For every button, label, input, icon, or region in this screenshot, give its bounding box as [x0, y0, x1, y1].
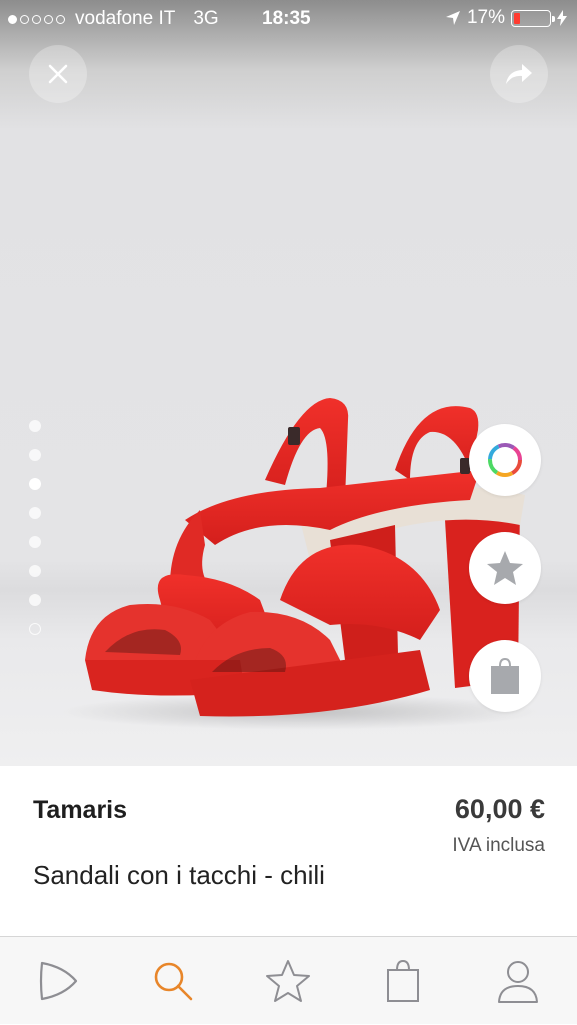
status-right: 17% [445, 7, 567, 29]
color-ring-icon [488, 443, 522, 477]
product-info: Tamaris 60,00 € IVA inclusa Sandali con … [0, 766, 577, 936]
shopping-bag-icon [386, 959, 419, 1002]
shopping-bag-icon [491, 657, 519, 694]
color-options-button[interactable] [469, 424, 541, 496]
add-to-wishlist-button[interactable] [469, 532, 541, 604]
add-to-bag-button[interactable] [469, 640, 541, 712]
tab-search[interactable] [115, 937, 230, 1025]
share-icon [506, 64, 532, 84]
status-time: 18:35 [262, 8, 311, 29]
star-icon [487, 551, 523, 585]
search-icon [154, 962, 192, 1001]
signal-strength-icon [8, 14, 65, 24]
battery-percent: 17% [466, 7, 505, 28]
tab-cart[interactable] [345, 937, 460, 1025]
location-arrow-icon [445, 11, 460, 25]
tab-bar [0, 936, 577, 1024]
page-dot[interactable] [29, 420, 41, 432]
tab-account[interactable] [460, 937, 575, 1025]
charging-bolt-icon [557, 10, 567, 26]
tab-home[interactable] [0, 937, 115, 1025]
page-dot[interactable] [29, 594, 41, 606]
share-button[interactable] [490, 45, 548, 103]
page-dot[interactable] [29, 507, 41, 519]
close-button[interactable] [29, 45, 87, 103]
vat-note: IVA inclusa [452, 835, 545, 856]
product-name: Sandali con i tacchi - chili [33, 860, 325, 890]
carrier-name: vodafone IT [75, 8, 176, 29]
page-dot[interactable] [29, 449, 41, 461]
page-dot-video[interactable] [29, 623, 41, 635]
page-dot-active[interactable] [29, 478, 41, 490]
zalando-logo-icon [39, 961, 77, 1001]
carrier-info: vodafone IT 3G [8, 8, 219, 30]
product-image-gallery[interactable]: vodafone IT 3G 18:35 17% [0, 0, 577, 766]
network-type: 3G [193, 8, 219, 29]
close-icon [48, 64, 68, 84]
star-icon [265, 960, 310, 1002]
page-dot[interactable] [29, 565, 41, 577]
product-price: 60,00 € [454, 794, 545, 824]
gallery-page-indicator [29, 420, 43, 652]
battery-icon [511, 9, 555, 27]
tab-wishlist[interactable] [230, 937, 345, 1025]
brand-name[interactable]: Tamaris [33, 796, 127, 825]
page-dot[interactable] [29, 536, 41, 548]
user-icon [497, 961, 538, 1003]
status-bar: vodafone IT 3G 18:35 17% [0, 0, 577, 38]
